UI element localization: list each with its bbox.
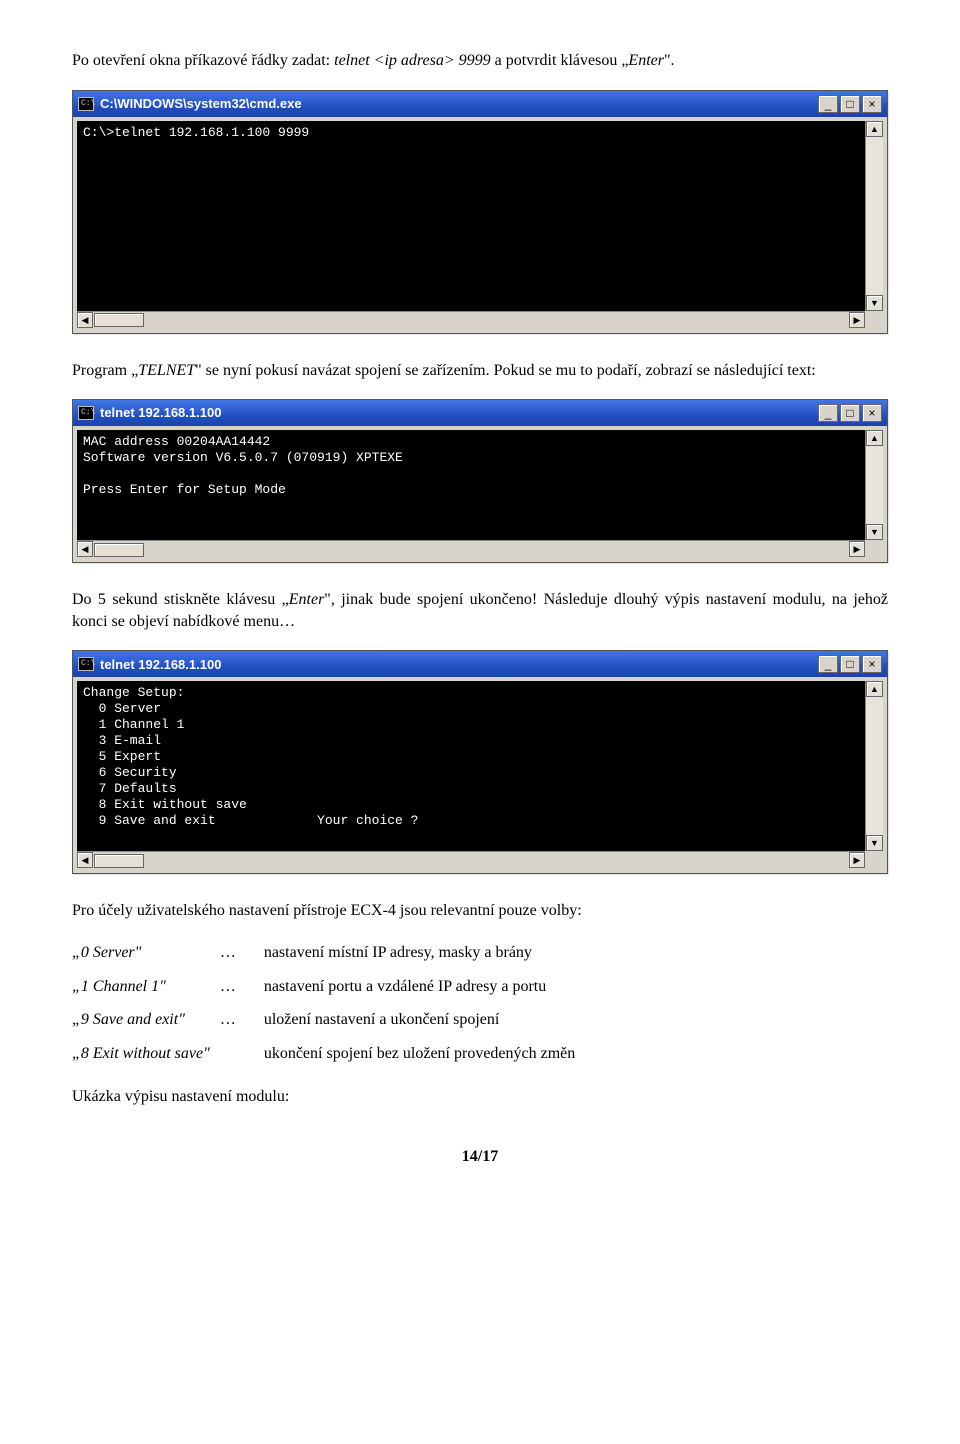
close-button[interactable]: × <box>862 95 882 113</box>
option-desc: nastavení místní IP adresy, masky a brán… <box>264 936 595 970</box>
option-desc: ukončení spojení bez uložení provedených… <box>264 1037 595 1071</box>
scroll-track[interactable] <box>93 852 849 869</box>
minimize-button[interactable]: _ <box>818 655 838 673</box>
intro-paragraph-2: Program „TELNET" se nyní pokusí navázat … <box>72 360 888 382</box>
scroll-right-button[interactable]: ▶ <box>849 312 865 328</box>
terminal-output[interactable]: C:\>telnet 192.168.1.100 9999 <box>77 121 865 311</box>
terminal-output[interactable]: Change Setup: 0 Server 1 Channel 1 3 E-m… <box>77 681 865 851</box>
horizontal-scrollbar[interactable]: ◀ ▶ <box>77 311 865 329</box>
module-settings-intro: Ukázka výpisu nastavení modulu: <box>72 1086 888 1108</box>
scroll-corner <box>865 851 883 869</box>
option-row: „0 Server" … nastavení místní IP adresy,… <box>72 936 595 970</box>
scroll-up-button[interactable]: ▲ <box>866 430 883 446</box>
cmd-window-3: C:\ telnet 192.168.1.100 _ □ × Change Se… <box>72 650 888 874</box>
scroll-down-button[interactable]: ▼ <box>866 524 883 540</box>
titlebar: C:\ telnet 192.168.1.100 _ □ × <box>73 400 887 426</box>
minimize-button[interactable]: _ <box>818 404 838 422</box>
text: a potvrdit klávesou „ <box>491 52 629 69</box>
option-dots: … <box>220 1003 264 1037</box>
option-desc: nastavení portu a vzdálené IP adresy a p… <box>264 970 595 1004</box>
scroll-track[interactable] <box>93 312 849 329</box>
scroll-down-button[interactable]: ▼ <box>866 835 883 851</box>
scroll-thumb[interactable] <box>94 313 144 327</box>
text: Do 5 sekund stiskněte klávesu „ <box>72 591 289 608</box>
option-label: „8 Exit without save" <box>72 1037 220 1071</box>
option-label: „0 Server" <box>72 936 220 970</box>
option-row: „8 Exit without save" ukončení spojení b… <box>72 1037 595 1071</box>
scroll-right-button[interactable]: ▶ <box>849 541 865 557</box>
telnet-name: TELNET <box>138 362 195 379</box>
option-dots: … <box>220 936 264 970</box>
intro-paragraph-1: Po otevření okna příkazové řádky zadat: … <box>72 50 888 72</box>
command-text: telnet <ip adresa> 9999 <box>334 52 491 69</box>
enter-key: Enter <box>289 591 325 608</box>
vertical-scrollbar[interactable]: ▲ ▼ <box>865 430 883 540</box>
vertical-scrollbar[interactable]: ▲ ▼ <box>865 681 883 851</box>
maximize-button[interactable]: □ <box>840 655 860 673</box>
maximize-button[interactable]: □ <box>840 404 860 422</box>
titlebar: C:\ C:\WINDOWS\system32\cmd.exe _ □ × <box>73 91 887 117</box>
scroll-down-button[interactable]: ▼ <box>866 295 883 311</box>
close-button[interactable]: × <box>862 404 882 422</box>
cmd-app-icon: C:\ <box>78 406 94 420</box>
horizontal-scrollbar[interactable]: ◀ ▶ <box>77 851 865 869</box>
text: Program „ <box>72 362 138 379</box>
scroll-thumb[interactable] <box>94 854 144 868</box>
horizontal-scrollbar[interactable]: ◀ ▶ <box>77 540 865 558</box>
option-row: „1 Channel 1" … nastavení portu a vzdále… <box>72 970 595 1004</box>
scroll-track[interactable] <box>866 446 883 524</box>
vertical-scrollbar[interactable]: ▲ ▼ <box>865 121 883 311</box>
option-row: „9 Save and exit" … uložení nastavení a … <box>72 1003 595 1037</box>
page-number: 14/17 <box>72 1146 888 1168</box>
titlebar: C:\ telnet 192.168.1.100 _ □ × <box>73 651 887 677</box>
scroll-track[interactable] <box>93 541 849 558</box>
window-buttons: _ □ × <box>818 655 882 673</box>
scroll-left-button[interactable]: ◀ <box>77 852 93 868</box>
minimize-button[interactable]: _ <box>818 95 838 113</box>
maximize-button[interactable]: □ <box>840 95 860 113</box>
window-title: telnet 192.168.1.100 <box>100 656 818 674</box>
scroll-right-button[interactable]: ▶ <box>849 852 865 868</box>
cmd-app-icon: C:\ <box>78 657 94 671</box>
scroll-track[interactable] <box>866 137 883 295</box>
option-label: „1 Channel 1" <box>72 970 220 1004</box>
cmd-window-1: C:\ C:\WINDOWS\system32\cmd.exe _ □ × C:… <box>72 90 888 334</box>
options-table: „0 Server" … nastavení místní IP adresy,… <box>72 936 595 1070</box>
scroll-corner <box>865 540 883 558</box>
window-buttons: _ □ × <box>818 95 882 113</box>
window-buttons: _ □ × <box>818 404 882 422</box>
window-title: C:\WINDOWS\system32\cmd.exe <box>100 95 818 113</box>
scroll-left-button[interactable]: ◀ <box>77 541 93 557</box>
intro-paragraph-3: Do 5 sekund stiskněte klávesu „Enter", j… <box>72 589 888 632</box>
relevant-options-intro: Pro účely uživatelského nastavení přístr… <box>72 900 888 922</box>
option-label: „9 Save and exit" <box>72 1003 220 1037</box>
terminal-output[interactable]: MAC address 00204AA14442 Software versio… <box>77 430 865 540</box>
scroll-thumb[interactable] <box>94 543 144 557</box>
cmd-app-icon: C:\ <box>78 97 94 111</box>
text: ". <box>664 52 675 69</box>
scroll-up-button[interactable]: ▲ <box>866 121 883 137</box>
scroll-up-button[interactable]: ▲ <box>866 681 883 697</box>
close-button[interactable]: × <box>862 655 882 673</box>
option-dots <box>220 1037 264 1071</box>
enter-key: Enter <box>628 52 664 69</box>
option-dots: … <box>220 970 264 1004</box>
window-title: telnet 192.168.1.100 <box>100 404 818 422</box>
scroll-track[interactable] <box>866 697 883 835</box>
scroll-corner <box>865 311 883 329</box>
option-desc: uložení nastavení a ukončení spojení <box>264 1003 595 1037</box>
cmd-window-2: C:\ telnet 192.168.1.100 _ □ × MAC addre… <box>72 399 888 563</box>
text: " se nyní pokusí navázat spojení se zaří… <box>195 362 816 379</box>
scroll-left-button[interactable]: ◀ <box>77 312 93 328</box>
text: Po otevření okna příkazové řádky zadat: <box>72 52 334 69</box>
